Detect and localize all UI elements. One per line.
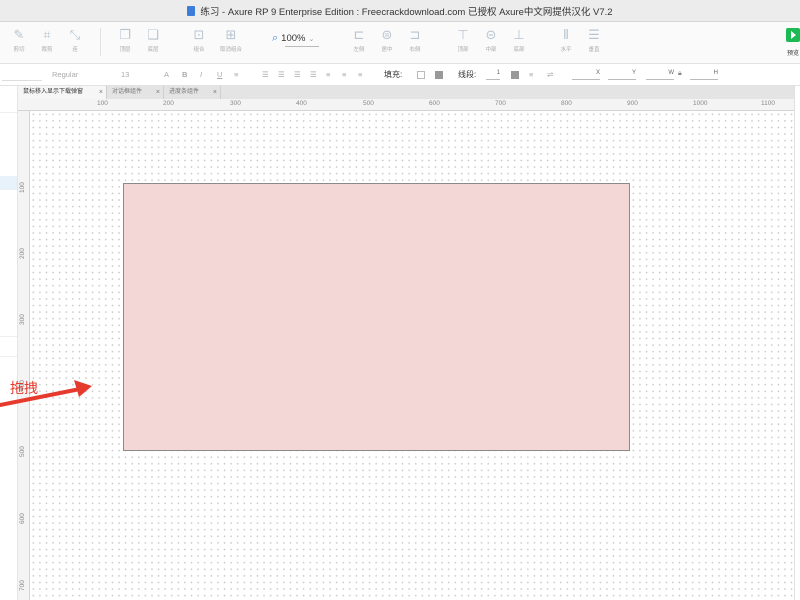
- font-weight-select[interactable]: Regular: [52, 70, 78, 79]
- window-title: 练习 - Axure RP 9 Enterprise Edition : Fre…: [200, 6, 613, 18]
- search-icon: ⌕: [272, 32, 279, 44]
- page-tab-strip: 鼠标移入显示下载弹窗 × 对话框组件 × 进度条组件 ×: [18, 86, 800, 99]
- distribute-horizontal-button[interactable]: ⦀ 水平: [553, 27, 579, 53]
- shadow-swatch[interactable]: [435, 71, 443, 79]
- group-button[interactable]: ⊡ 组合: [186, 27, 212, 53]
- align-bottom-icon: ⊥: [513, 27, 525, 42]
- font-color-button[interactable]: A: [164, 70, 169, 79]
- right-panel: [794, 86, 800, 600]
- align-center-icon: ⊜: [381, 27, 393, 42]
- close-icon[interactable]: ×: [213, 86, 217, 99]
- valign-bottom-button[interactable]: ≡: [358, 70, 362, 79]
- stroke-color-swatch[interactable]: [511, 71, 519, 79]
- bring-front-icon: ❐: [119, 27, 131, 42]
- stroke-label: 线段:: [458, 70, 477, 79]
- design-canvas[interactable]: [30, 111, 794, 600]
- connector-icon: ⤡: [69, 27, 81, 42]
- align-left-icon: ⊏: [353, 27, 365, 42]
- align-text-center-button[interactable]: ☰: [278, 70, 285, 79]
- drag-annotation-text: 拖拽: [10, 381, 38, 397]
- vertical-ruler: 100 200 300 400 500 600 700: [18, 111, 30, 600]
- align-top-icon: ⊤: [457, 27, 469, 42]
- ungroup-icon: ⊞: [225, 27, 237, 42]
- left-panel: [0, 86, 18, 600]
- tab-page-3[interactable]: 进度条组件 ×: [164, 86, 221, 99]
- pen-tool-button[interactable]: ✎ 剪切: [6, 27, 32, 53]
- align-bottom-button[interactable]: ⊥ 底部: [506, 27, 532, 53]
- justify-button[interactable]: ☰: [310, 70, 317, 79]
- width-field[interactable]: W: [646, 70, 674, 80]
- align-top-button[interactable]: ⊤ 顶部: [450, 27, 476, 53]
- selected-page-item[interactable]: [0, 176, 17, 190]
- fill-color-swatch[interactable]: [417, 71, 425, 79]
- valign-middle-button[interactable]: ≡: [342, 70, 346, 79]
- stroke-width-field[interactable]: 1: [486, 70, 500, 80]
- bring-front-button[interactable]: ❐ 顶层: [112, 27, 138, 53]
- preview-label: 预览: [787, 51, 800, 57]
- tab-page-2[interactable]: 对话框组件 ×: [107, 86, 164, 99]
- align-middle-icon: ⊝: [485, 27, 497, 42]
- zoom-underline: [285, 46, 319, 47]
- align-text-left-button[interactable]: ☰: [262, 70, 269, 79]
- panel-divider: [0, 112, 17, 113]
- distribute-v-icon: ☰: [588, 27, 600, 42]
- valign-top-button[interactable]: ≡: [326, 70, 330, 79]
- lock-icon[interactable]: 🔒︎: [678, 70, 682, 78]
- close-icon[interactable]: ×: [156, 86, 160, 99]
- pen-icon: ✎: [13, 27, 25, 42]
- height-field[interactable]: H: [690, 70, 718, 80]
- stroke-pattern-button[interactable]: ≡: [529, 70, 533, 79]
- crop-button[interactable]: ⌗ 裁剪: [34, 27, 60, 53]
- arrow-style-button[interactable]: ⇌: [547, 70, 553, 79]
- panel-divider: [0, 336, 17, 337]
- main-toolbar: ✎ 剪切 ⌗ 裁剪 ⤡ 连 ❐ 顶层 ❏ 底层 ⊡ 组合 ⊞ 取消组合 ⌕ 10…: [0, 22, 800, 64]
- panel-divider: [0, 356, 17, 357]
- send-back-button[interactable]: ❏ 底层: [140, 27, 166, 53]
- document-icon: [187, 5, 196, 16]
- align-left-button[interactable]: ⊏ 左侧: [346, 27, 372, 53]
- horizontal-ruler: 100 200 300 400 500 600 700 800 900 1000…: [18, 99, 794, 111]
- group-icon: ⊡: [193, 27, 205, 42]
- italic-button[interactable]: I: [200, 70, 202, 79]
- toolbar-divider: [100, 28, 101, 56]
- align-right-button[interactable]: ⊐ 右侧: [402, 27, 428, 53]
- font-size-select[interactable]: 13: [121, 70, 129, 79]
- close-icon[interactable]: ×: [99, 86, 103, 99]
- underline-button[interactable]: U: [217, 70, 222, 79]
- align-right-icon: ⊐: [409, 27, 421, 42]
- fill-label: 填充:: [384, 70, 403, 79]
- zoom-control[interactable]: ⌕ 100% ⌄: [272, 32, 314, 45]
- strikethrough-button[interactable]: ≡: [234, 70, 238, 79]
- align-center-button[interactable]: ⊜ 居中: [374, 27, 400, 53]
- zoom-value: 100%: [281, 33, 306, 44]
- send-back-icon: ❏: [147, 27, 159, 42]
- ungroup-button[interactable]: ⊞ 取消组合: [218, 27, 244, 53]
- align-middle-button[interactable]: ⊝ 中部: [478, 27, 504, 53]
- title-bar: 练习 - Axure RP 9 Enterprise Edition : Fre…: [0, 0, 800, 22]
- x-field[interactable]: X: [572, 70, 600, 80]
- align-text-right-button[interactable]: ☰: [294, 70, 301, 79]
- font-family-select[interactable]: [2, 70, 42, 81]
- tab-page-1[interactable]: 鼠标移入显示下载弹窗 ×: [18, 86, 107, 99]
- style-toolbar: Regular 13 A B I U ≡ ☰ ☰ ☰ ☰ ≡ ≡ ≡ 填充: 线…: [0, 64, 800, 86]
- y-field[interactable]: Y: [608, 70, 636, 80]
- distribute-vertical-button[interactable]: ☰ 垂直: [581, 27, 607, 53]
- bold-button[interactable]: B: [182, 70, 187, 79]
- crop-icon: ⌗: [43, 27, 51, 42]
- preview-button[interactable]: [786, 28, 800, 42]
- distribute-h-icon: ⦀: [563, 27, 569, 42]
- connector-button[interactable]: ⤡ 连: [62, 27, 88, 53]
- chevron-down-icon: ⌄: [308, 35, 315, 43]
- rectangle-shape[interactable]: [123, 183, 630, 451]
